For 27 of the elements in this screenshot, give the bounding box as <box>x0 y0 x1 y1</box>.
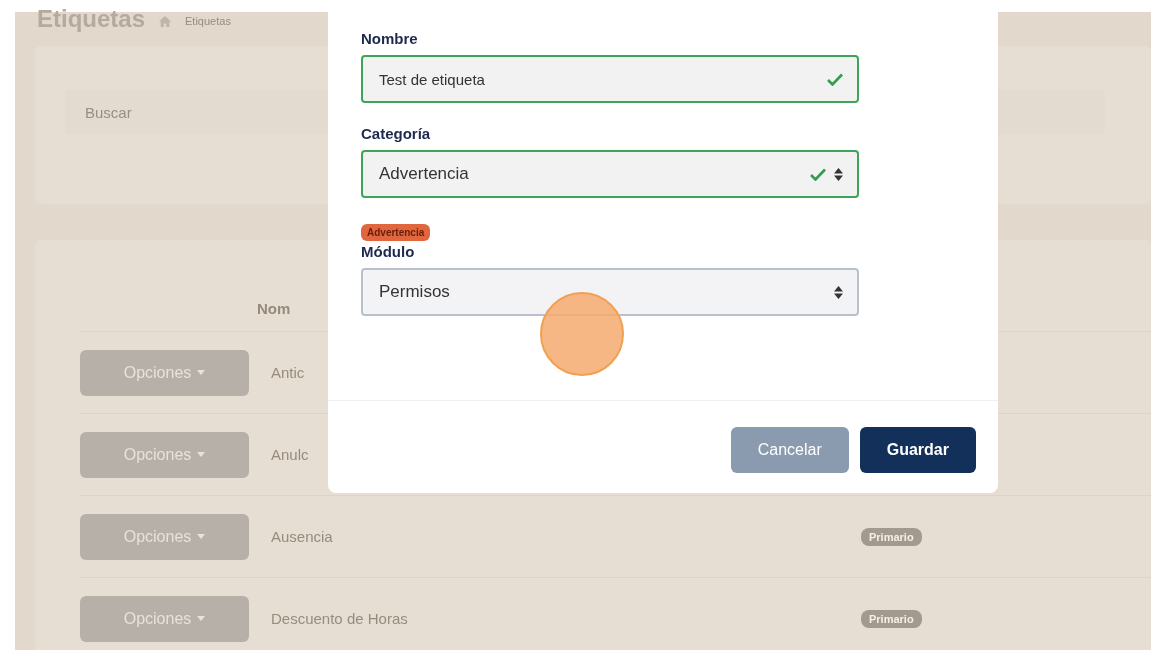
caret-icon <box>197 452 206 457</box>
caret-icon <box>197 534 206 539</box>
check-icon <box>810 167 826 181</box>
home-icon[interactable] <box>159 15 172 27</box>
save-button[interactable]: Guardar <box>859 427 976 473</box>
field-label: Nombre <box>361 30 419 47</box>
up-down-arrows-icon <box>834 285 843 299</box>
cancel-button[interactable]: Cancelar <box>730 427 849 473</box>
table-cell: Descuento de Horas <box>271 609 408 627</box>
page-title: Etiquetas <box>37 5 146 33</box>
text-field[interactable]: Test de etiqueta <box>361 55 859 103</box>
column-header: Nom <box>257 300 291 317</box>
caret-icon <box>197 370 206 375</box>
up-down-arrows-icon <box>834 167 843 181</box>
table-cell: Antic <box>271 363 305 381</box>
status-badge: Primario <box>861 609 922 628</box>
field-label: Módulo <box>361 243 416 260</box>
caret-icon <box>197 616 206 621</box>
category-badge: Advertencia <box>361 224 431 241</box>
select-field[interactable]: Advertencia <box>361 150 859 198</box>
field-label: Categoría <box>361 125 432 142</box>
select-field[interactable]: Permisos <box>361 268 859 316</box>
breadcrumb-link[interactable]: Etiquetas <box>185 15 231 27</box>
status-badge: Primario <box>861 527 922 546</box>
table-cell: Ausencia <box>271 527 333 545</box>
table-cell: Anulc <box>271 445 309 463</box>
check-icon <box>827 72 843 86</box>
